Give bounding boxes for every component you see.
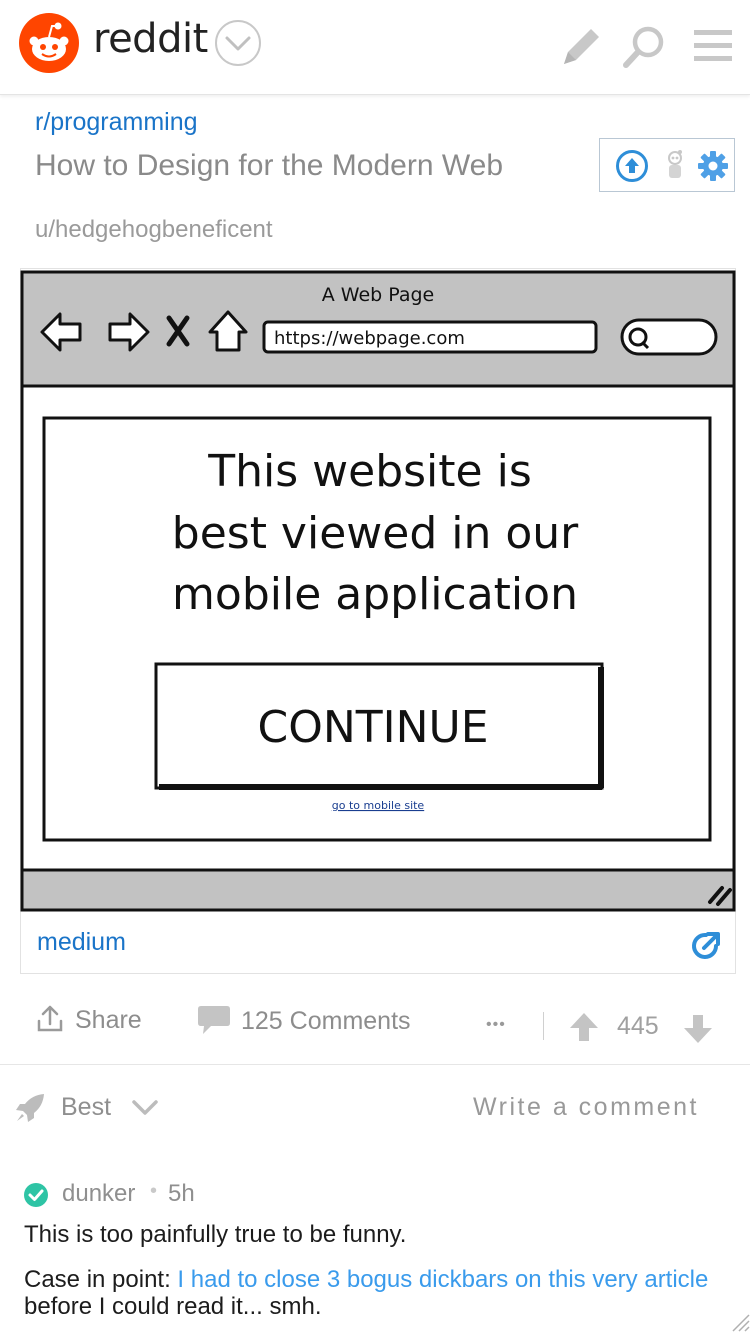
resize-grip-icon[interactable] [728,1310,750,1332]
author-link[interactable]: u/hedgehogbeneficent [35,216,273,244]
pencil-icon[interactable] [560,24,604,68]
comment-line-2-suffix: before I could read it... smh. [24,1293,322,1320]
comment-author[interactable]: dunker [62,1180,135,1208]
comment-line-2-prefix: Case in point: [24,1266,178,1293]
top-nav-bar: reddit [0,0,750,95]
sort-chevron-down-icon[interactable] [131,1098,159,1118]
mock-window-title: A Web Page [322,284,435,306]
comment-bubble-icon [198,1006,230,1034]
post-action-box [599,138,735,192]
share-label: Share [75,1006,142,1034]
media-domain-link[interactable]: medium [37,928,126,957]
upvote-arrow-icon[interactable] [567,1010,601,1044]
downvote-arrow-icon[interactable] [681,1012,715,1046]
comment-separator: • [150,1180,158,1202]
snoo-icon[interactable] [662,149,688,183]
search-icon[interactable] [621,24,667,70]
comment-line-1: This is too painfully true to be funny. [24,1221,407,1248]
rocket-icon[interactable] [14,1092,46,1124]
mock-mobile-link: go to mobile site [332,799,425,812]
comment-inline-link[interactable]: I had to close 3 bogus dickbars on this … [177,1266,708,1293]
comment-text-line-1: This is too painfully true to be funny. [24,1221,724,1248]
share-button[interactable]: Share [35,1004,155,1040]
mock-headline-line-2: best viewed in our [172,508,579,559]
share-icon [37,1005,63,1032]
subreddit-link[interactable]: r/programming [35,108,198,137]
brand-wordmark[interactable]: reddit [93,16,208,62]
mock-headline-line-3: mobile application [172,569,578,620]
more-options-button[interactable]: ••• [486,1016,506,1034]
write-comment-button[interactable]: Write a comment [473,1093,699,1122]
action-divider [543,1012,544,1040]
section-divider [0,1064,750,1065]
post-title[interactable]: How to Design for the Modern Web [35,149,503,183]
external-link-icon[interactable] [690,930,722,962]
sort-dropdown[interactable]: Best [61,1093,111,1122]
mock-continue-label: CONTINUE [257,702,488,753]
menu-icon[interactable] [694,30,732,62]
mock-url: https://webpage.com [274,328,465,349]
comment-text-line-2: Case in point: I had to close 3 bogus di… [24,1266,724,1320]
vote-score: 445 [617,1012,659,1040]
reddit-logo-icon[interactable] [18,12,80,74]
gear-icon[interactable] [696,149,730,183]
comment-timestamp: 5h [168,1180,195,1207]
online-check-icon [24,1183,48,1207]
comments-count: 125 Comments [241,1007,411,1035]
post-image[interactable]: A Web Page https://webpage.com This webs… [20,268,736,914]
mock-headline-line-1: This website is [207,446,532,497]
chevron-down-icon[interactable] [214,19,262,67]
upvote-circle-icon[interactable] [615,149,649,183]
comments-button[interactable]: 125 Comments [197,1004,427,1040]
